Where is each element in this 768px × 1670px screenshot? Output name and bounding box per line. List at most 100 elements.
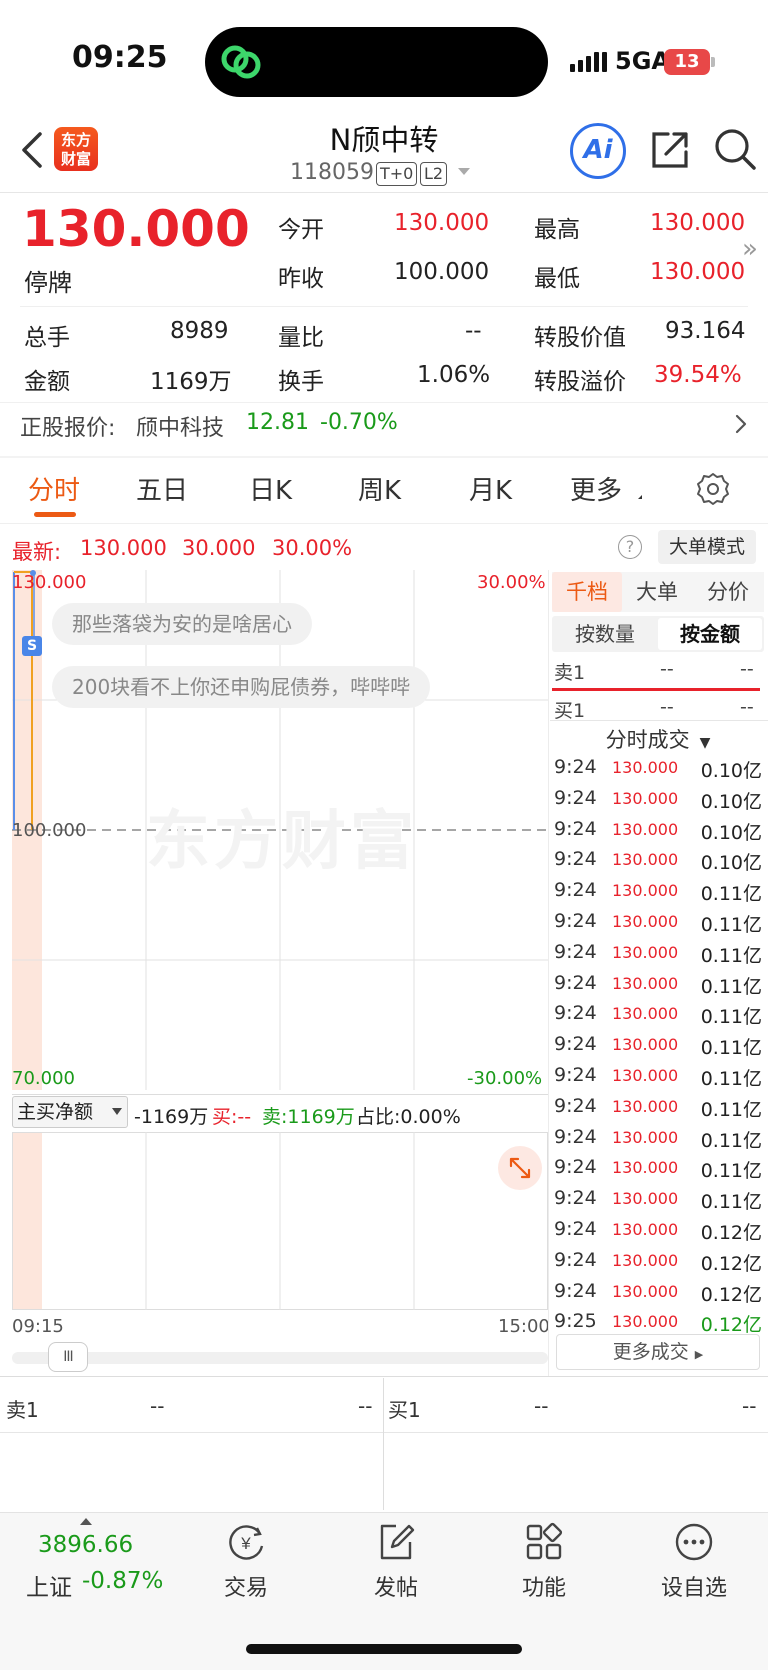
trade-amount: 0.12亿	[700, 1222, 762, 1244]
quote-bottom-divider	[0, 402, 768, 403]
trade-row: 9:24 130.000 0.10亿	[552, 818, 766, 849]
amount-value: 1169万	[150, 369, 232, 395]
sell1-label: 卖1	[554, 662, 586, 684]
netflow-chart[interactable]	[12, 1132, 548, 1310]
orderbook-top-border	[0, 1376, 768, 1377]
expand-right-icon[interactable]: »	[742, 234, 758, 264]
trade-row: 9:24 130.000 0.10亿	[552, 756, 766, 787]
more-trades-button[interactable]: 更多成交 ▶	[556, 1334, 760, 1370]
fullscreen-icon[interactable]	[498, 1146, 542, 1190]
netflow-selector[interactable]: 主买净额	[12, 1096, 128, 1128]
network-type: 5GA	[615, 47, 670, 75]
signal-icon	[570, 52, 607, 72]
chevron-up-icon[interactable]	[80, 1518, 92, 1525]
help-icon[interactable]: ?	[618, 535, 642, 559]
by-amount-tab[interactable]: 按金额	[658, 618, 762, 650]
trade-row: 9:24 130.000 0.10亿	[552, 848, 766, 879]
trade-price: 130.000	[612, 973, 679, 993]
trade-time: 9:24	[554, 1033, 597, 1056]
trade-row: 9:24 130.000 0.11亿	[552, 1095, 766, 1126]
index-name[interactable]: 上证	[26, 1568, 72, 1602]
trade-price: 130.000	[612, 942, 679, 962]
trade-time: 9:24	[554, 1125, 597, 1148]
trade-amount: 0.11亿	[700, 1129, 762, 1152]
ai-button[interactable]: Ai	[570, 123, 626, 179]
trades-header[interactable]: 分时成交 ▼	[552, 724, 764, 754]
search-icon[interactable]	[712, 126, 758, 172]
ob-buy1-label: 买1	[388, 1398, 421, 1422]
tab-daily-k[interactable]: 日K	[249, 470, 292, 507]
share-icon[interactable]	[648, 128, 692, 172]
home-indicator[interactable]	[246, 1644, 522, 1654]
quote-divider	[20, 306, 748, 307]
last-price: 130.000	[22, 200, 250, 258]
orderbook-divider	[0, 1432, 768, 1433]
chart-bottom-border	[12, 1094, 548, 1095]
chart-scroll-handle[interactable]: III	[48, 1342, 88, 1372]
trades-divider	[550, 720, 768, 721]
tab-intraday[interactable]: 分时	[28, 470, 80, 507]
nav-trade[interactable]: 交易	[191, 1570, 301, 1602]
trade-row: 9:24 130.000 0.11亿	[552, 1033, 766, 1064]
gear-icon[interactable]	[696, 472, 730, 506]
trade-row: 9:24 130.000 0.11亿	[552, 879, 766, 910]
netflow-sell: 卖:1169万	[262, 1106, 355, 1128]
chart-top-percent: 30.00%	[477, 572, 546, 593]
comment-bubble[interactable]: 那些落袋为安的是啥居心	[52, 603, 312, 645]
underlying-change: -0.70%	[320, 410, 398, 435]
trade-time: 9:24	[554, 1218, 597, 1240]
trade-amount: 0.11亿	[700, 914, 762, 936]
tab-weekly-k[interactable]: 周K	[358, 470, 401, 507]
chart-scroll-track[interactable]	[12, 1352, 548, 1364]
netflow-buy: 买:--	[212, 1106, 252, 1128]
post-icon[interactable]	[374, 1520, 418, 1564]
chevron-right-icon[interactable]	[735, 414, 747, 434]
sell-marker[interactable]: S	[22, 636, 42, 656]
trade-amount: 0.11亿	[700, 1191, 762, 1214]
index-change[interactable]: -0.87%	[82, 1568, 163, 1594]
ob-buy1-volume: --	[742, 1394, 757, 1418]
index-value[interactable]: 3896.66	[38, 1532, 133, 1558]
trade-icon[interactable]: ¥	[224, 1520, 268, 1564]
trade-row: 9:24 130.000 0.11亿	[552, 910, 766, 941]
nav-post[interactable]: 发帖	[341, 1570, 451, 1602]
big-order-mode-button[interactable]: 大单模式	[658, 530, 756, 564]
nav-add-watchlist[interactable]: 设自选	[639, 1570, 749, 1602]
by-quantity-tab[interactable]: 按数量	[554, 618, 656, 650]
volume-value: 8989	[170, 318, 229, 344]
ob-sell1-label: 卖1	[6, 1398, 39, 1422]
amount-label: 金额	[24, 369, 70, 395]
turnover-value: 1.06%	[417, 362, 491, 388]
tab-monthly-k[interactable]: 月K	[469, 470, 512, 507]
trade-time: 9:24	[554, 1187, 597, 1210]
more-dots-icon[interactable]	[672, 1520, 716, 1564]
tab-depth[interactable]: 千档	[552, 572, 622, 612]
tab-5day[interactable]: 五日	[136, 470, 188, 507]
prev-close-value: 100.000	[394, 259, 490, 285]
spread-line	[552, 688, 760, 691]
tab-big-orders[interactable]: 大单	[622, 572, 692, 612]
l2-tag[interactable]: L2	[420, 162, 448, 186]
battery-icon: 13	[664, 49, 710, 75]
trade-price: 130.000	[612, 881, 679, 901]
app-link-icon	[221, 45, 261, 79]
trade-row: 9:24 130.000 0.11亿	[552, 1187, 766, 1218]
tab-more[interactable]: 更多	[570, 470, 622, 507]
comment-bubble[interactable]: 200块看不上你还申购屁债券，哔哔哔	[52, 666, 431, 708]
trade-price: 130.000	[612, 912, 679, 931]
chevron-down-icon[interactable]	[458, 168, 470, 175]
section-divider	[0, 456, 768, 458]
trade-price: 130.000	[612, 1250, 679, 1270]
time-axis-start: 09:15	[12, 1316, 64, 1337]
tab-price-dist[interactable]: 分价	[692, 572, 764, 612]
sell1-volume: --	[740, 658, 754, 680]
grid-icon[interactable]	[522, 1520, 566, 1564]
buy1-label: 买1	[554, 700, 586, 722]
trade-time: 9:24	[554, 1279, 597, 1302]
trade-amount: 0.11亿	[700, 944, 762, 967]
trade-price: 130.000	[612, 1004, 679, 1024]
conversion-value-label: 转股价值	[534, 325, 626, 351]
nav-functions[interactable]: 功能	[489, 1570, 599, 1602]
watermark: 东方财富	[146, 805, 418, 879]
underlying-name[interactable]: 颀中科技	[136, 410, 224, 442]
